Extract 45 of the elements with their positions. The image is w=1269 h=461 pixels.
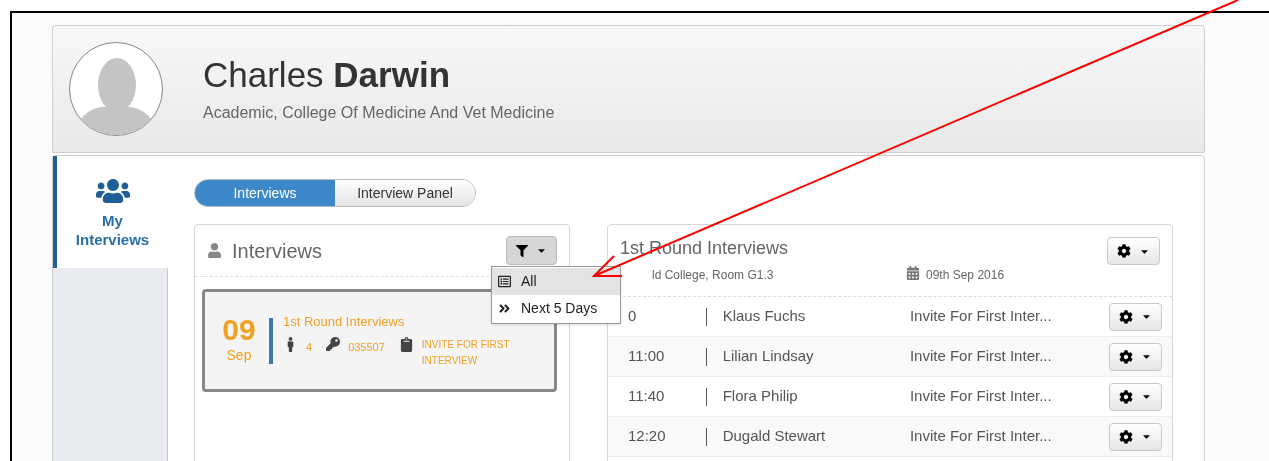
settings-icon [1117,244,1131,258]
time-cell-text: 12:20 [627,426,667,447]
status-text: Invite For First Inter... [909,306,1053,327]
settings-icon [1119,349,1134,364]
card-status: INVITE FOR FIRST INTERVIEW [421,337,511,368]
calendar-icon [906,266,920,280]
status-text: Invite For First Inter... [909,346,1053,367]
settings-dropdown-button[interactable] [1109,342,1162,371]
double-chevron-icon [498,302,511,315]
settings-dropdown-button[interactable] [1109,382,1162,411]
settings-dropdown-button[interactable] [1107,237,1160,265]
segment-tab[interactable]: Interview Panel [335,180,475,206]
time-cell-text: 0 [627,306,638,327]
candidate-name: Klaus Fuchs [722,306,807,327]
key-icon [326,336,341,351]
segment-tab[interactable]: Interviews [195,180,335,206]
candidate-name: Lilian Lindsay [722,346,815,367]
location-text: ld College, Room G1.3 [651,267,775,284]
card-day: 09 [222,315,256,345]
user-icon [207,243,222,258]
card-month: Sep [226,346,252,365]
settings-dropdown-button[interactable] [1109,422,1162,451]
menu-item[interactable]: Next 5 Days [492,295,620,322]
panel-title: Interviews [232,238,323,264]
clipboard-icon [398,336,414,352]
status-text: Invite For First Inter... [909,426,1053,447]
candidate-name: Flora Philip [722,386,799,407]
card-code: 035507 [348,339,385,355]
profile-subtitle: Academic, College Of Medicine And Vet Medicine [203,102,555,123]
settings-icon [1119,309,1134,324]
filter-dropdown-button[interactable] [506,236,557,265]
settings-dropdown-button[interactable] [1109,302,1162,331]
candidate-name: Dugald Stewart [722,426,827,447]
filter-icon [516,244,528,257]
card-title: 1st Round Interviews [283,313,406,332]
date-text: 09th Sep 2016 [926,267,1005,284]
menu-item[interactable]: All [492,268,620,295]
time-cell-text: 11:40 [627,386,666,407]
candidate-count: 4 [306,339,313,355]
status-text: Invite For First Inter... [909,386,1053,407]
settings-icon [1119,389,1134,404]
settings-icon [1119,429,1134,444]
list-icon [498,275,511,288]
time-cell-text: 11:00 [627,346,666,367]
profile-name: Charles Darwin [203,54,452,97]
